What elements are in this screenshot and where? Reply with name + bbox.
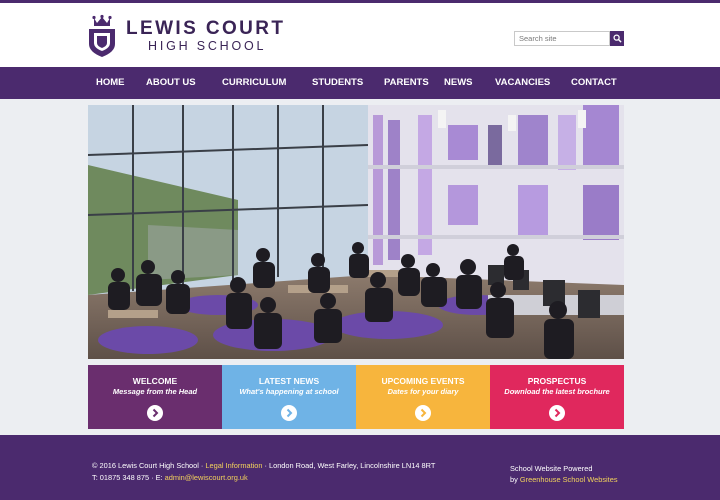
nav-home[interactable]: HOME: [96, 67, 125, 99]
hero-image: [88, 105, 624, 359]
tile-subtitle: Message from the Head: [112, 387, 198, 396]
site-header: LEWIS COURT HIGH SCHOOL: [0, 3, 720, 67]
search-icon: [612, 34, 622, 43]
tile-subtitle: Dates for your diary: [387, 387, 459, 396]
footer-contact-info: © 2016 Lewis Court High School · Legal Inf…: [92, 460, 435, 484]
tile-latest-news[interactable]: LATEST NEWS What's happening at school: [222, 365, 356, 429]
tile-title: UPCOMING EVENTS: [381, 376, 465, 386]
greenhouse-link[interactable]: Greenhouse School Websites: [520, 475, 618, 484]
arrow-circle-icon: [549, 405, 565, 421]
main-nav: HOME ABOUT US CURRICULUM STUDENTS PARENT…: [0, 67, 720, 99]
separator: ·: [264, 461, 267, 470]
quick-links: WELCOME Message from the Head LATEST NEW…: [88, 365, 624, 429]
footer-credit: School Website Powered by Greenhouse Sch…: [510, 463, 618, 485]
search-button[interactable]: [610, 31, 624, 46]
powered-by-text: by: [510, 475, 518, 484]
nav-about-us[interactable]: ABOUT US: [146, 67, 196, 99]
logo-title: LEWIS COURT: [126, 18, 286, 39]
tile-prospectus[interactable]: PROSPECTUS Download the latest brochure: [490, 365, 624, 429]
site-footer: © 2016 Lewis Court High School · Legal Inf…: [0, 435, 720, 500]
school-logo[interactable]: LEWIS COURT HIGH SCHOOL: [88, 12, 288, 60]
footer-phone: T: 01875 348 875: [92, 473, 150, 482]
powered-text: School Website Powered: [510, 464, 593, 473]
footer-email-link[interactable]: admin@lewiscourt.org.uk: [165, 473, 248, 482]
nav-vacancies[interactable]: VACANCIES: [495, 67, 550, 99]
nav-curriculum[interactable]: CURRICULUM: [222, 67, 286, 99]
arrow-circle-icon: [415, 405, 431, 421]
nav-contact[interactable]: CONTACT: [571, 67, 617, 99]
search-input[interactable]: [514, 31, 610, 46]
nav-parents[interactable]: PARENTS: [384, 67, 429, 99]
logo-subtitle: HIGH SCHOOL: [148, 39, 267, 53]
school-atrium-photo: [88, 105, 624, 359]
tile-upcoming-events[interactable]: UPCOMING EVENTS Dates for your diary: [356, 365, 490, 429]
nav-students[interactable]: STUDENTS: [312, 67, 363, 99]
search-box: [514, 31, 624, 46]
arrow-circle-icon: [281, 405, 297, 421]
footer-email-label: E:: [155, 473, 163, 482]
footer-copyright: © 2016 Lewis Court High School: [92, 461, 199, 470]
legal-information-link[interactable]: Legal Information: [205, 461, 262, 470]
footer-address: London Road, West Farley, Lincolnshire L…: [268, 461, 436, 470]
separator: ·: [200, 461, 204, 470]
tile-title: PROSPECTUS: [527, 376, 587, 386]
arrow-circle-icon: [147, 405, 163, 421]
tile-title: WELCOME: [132, 376, 178, 386]
tile-subtitle: What's happening at school: [239, 387, 339, 396]
tile-welcome[interactable]: WELCOME Message from the Head: [88, 365, 222, 429]
tile-title: LATEST NEWS: [258, 376, 320, 386]
tile-subtitle: Download the latest brochure: [504, 387, 610, 396]
separator: ·: [151, 473, 154, 482]
nav-news[interactable]: NEWS: [444, 67, 473, 99]
crest-icon: [89, 14, 115, 57]
